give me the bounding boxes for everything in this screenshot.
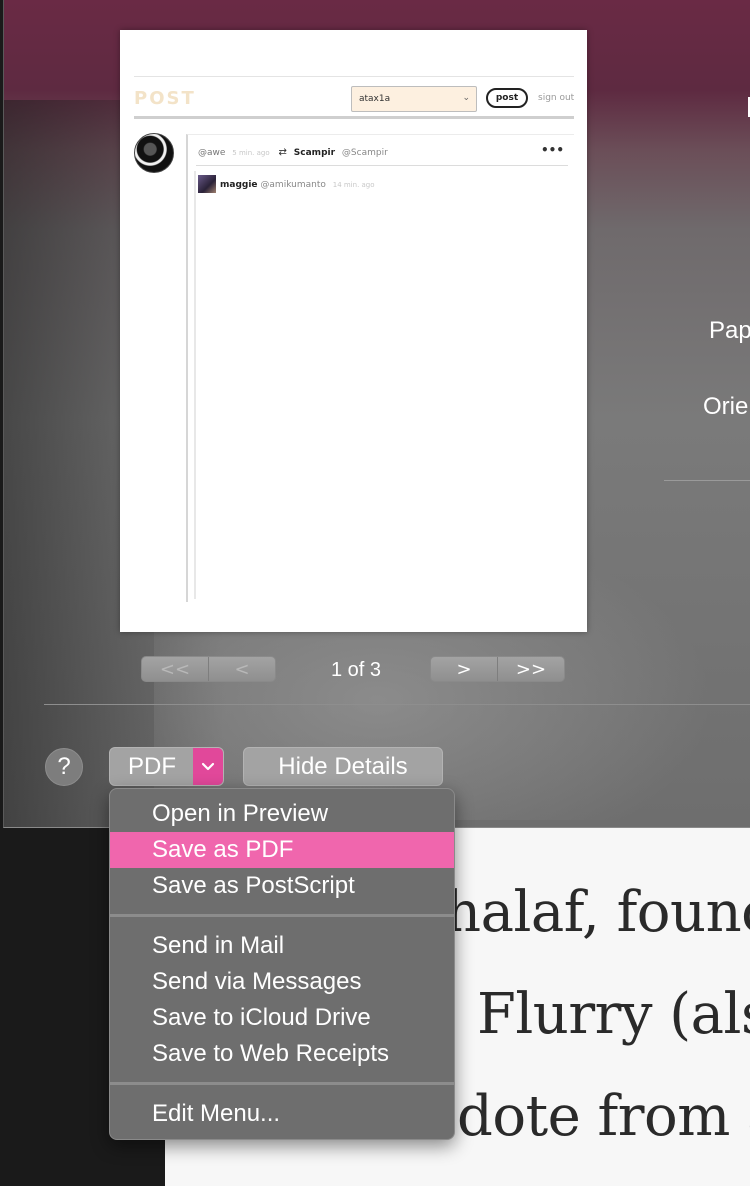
preview-inner-handle: @amikumanto [260,180,326,190]
pager-forward-group: > >> [430,656,565,682]
print-dialog: POST atax1a ⌄ post sign out @awe 5 min. … [3,0,750,828]
preview-inner-name: maggie [220,180,258,190]
article-line: halaf, founc [445,880,750,945]
preview-reblog-handle: @Scampir [341,148,388,158]
preview-post-button: post [486,88,528,108]
menu-item-save-as-postscript[interactable]: Save as PostScript [110,868,454,904]
preview-reblog-bar [194,171,196,599]
article-line: Flurry (als [477,982,750,1047]
preview-account-select: atax1a ⌄ [351,86,477,112]
first-page-button[interactable]: << [142,657,208,681]
menu-item-send-via-messages[interactable]: Send via Messages [110,964,454,1000]
page-count: 1 of 3 [330,659,382,681]
paper-size-label: Pap [709,317,750,344]
preview-card-handle: @awe [198,148,226,158]
preview-card-time: 5 min. ago [232,149,270,157]
menu-item-send-in-mail[interactable]: Send in Mail [110,928,454,964]
preview-top-line [134,76,574,77]
preview-logo: POST [134,88,196,109]
pager-back-group: << < [141,656,276,682]
next-page-button[interactable]: > [431,657,497,681]
help-button[interactable]: ? [45,748,83,786]
page-preview: POST atax1a ⌄ post sign out @awe 5 min. … [120,30,587,632]
preview-select-value: atax1a [359,94,391,104]
orientation-label: Orie [703,393,749,420]
reblog-icon: ⇄ [278,147,287,158]
article-line: dote from ar [457,1084,750,1149]
preview-inner-time: 14 min. ago [332,181,375,189]
preview-inner-header: maggie @amikumanto 14 min. ago [220,180,375,190]
menu-item-save-to-icloud-drive[interactable]: Save to iCloud Drive [110,1000,454,1036]
last-page-button[interactable]: >> [497,657,564,681]
menu-item-open-in-preview[interactable]: Open in Preview [110,796,454,832]
preview-reblog-name: Scampir [293,148,336,158]
chevron-down-icon[interactable] [193,748,223,785]
preview-post-card: @awe 5 min. ago ⇄ Scampir @Scampir ••• m… [186,134,574,602]
preview-header-line [134,116,574,119]
preview-inner-avatar [198,175,216,193]
pdf-dropdown-menu: Open in Preview Save as PDF Save as Post… [109,788,455,1140]
menu-separator [110,914,454,917]
preview-card-header: @awe 5 min. ago ⇄ Scampir @Scampir [198,147,388,158]
preview-card-divider [196,165,568,166]
more-icon: ••• [540,143,564,157]
pdf-button-label: PDF [128,753,176,780]
footer-divider [44,704,750,705]
hide-details-button[interactable]: Hide Details [243,747,443,786]
chevron-down-icon: ⌄ [462,93,470,103]
pdf-menu-button[interactable]: PDF [109,747,224,786]
settings-divider [664,480,750,481]
preview-avatar [134,133,174,173]
menu-item-save-as-pdf[interactable]: Save as PDF [110,832,454,868]
menu-item-edit-menu[interactable]: Edit Menu... [110,1096,454,1132]
menu-separator [110,1082,454,1085]
preview-sign-out: sign out [538,93,575,103]
menu-item-save-to-web-receipts[interactable]: Save to Web Receipts [110,1036,454,1072]
previous-page-button[interactable]: < [208,657,275,681]
